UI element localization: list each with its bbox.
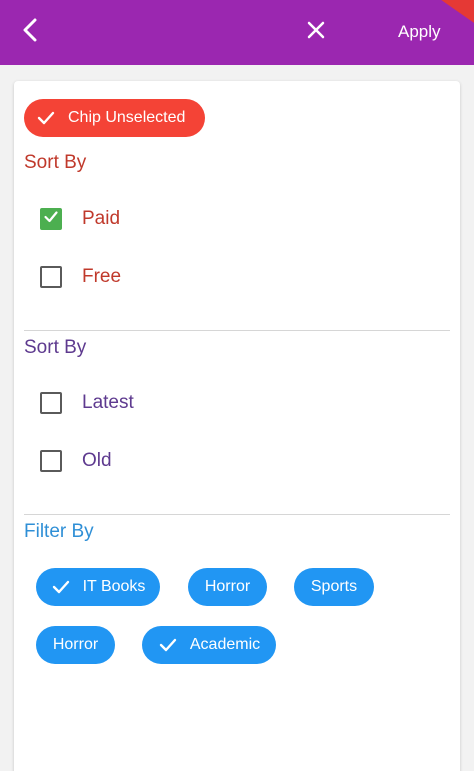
chip-unselected[interactable]: Chip Unselected bbox=[24, 99, 205, 137]
filter-chip-sports[interactable]: Sports bbox=[294, 568, 374, 606]
close-icon bbox=[306, 20, 326, 45]
chip-label: Horror bbox=[52, 636, 99, 653]
option-label: Old bbox=[82, 450, 112, 471]
sort-by-title: Sort By bbox=[24, 337, 87, 358]
back-button[interactable] bbox=[12, 14, 48, 50]
chip-label: IT Books bbox=[82, 578, 146, 595]
option-label: Free bbox=[82, 266, 122, 287]
chip-label: Chip Unselected bbox=[68, 109, 186, 126]
check-icon bbox=[158, 635, 178, 655]
checkbox-unchecked[interactable] bbox=[40, 266, 62, 288]
chip-label: Academic bbox=[189, 636, 261, 653]
chevron-left-icon bbox=[20, 18, 40, 47]
chip-label: Horror bbox=[204, 578, 251, 595]
section-divider bbox=[24, 514, 450, 515]
option-free[interactable]: Free bbox=[40, 260, 121, 294]
option-label: Latest bbox=[82, 392, 134, 413]
check-icon bbox=[43, 209, 59, 230]
filter-chip-it-books[interactable]: IT Books bbox=[36, 568, 160, 606]
checkbox-checked[interactable] bbox=[40, 208, 62, 230]
check-icon bbox=[51, 577, 71, 597]
option-latest[interactable]: Latest bbox=[40, 386, 134, 420]
checkbox-unchecked[interactable] bbox=[40, 392, 62, 414]
close-button[interactable] bbox=[298, 14, 334, 50]
chip-label: Sports bbox=[310, 578, 358, 595]
sort-by-title: Sort By bbox=[24, 152, 87, 173]
filter-chip-horror[interactable]: Horror bbox=[36, 626, 115, 664]
filter-chip-horror[interactable]: Horror bbox=[188, 568, 267, 606]
app-bar: Apply bbox=[0, 0, 474, 65]
checkbox-unchecked[interactable] bbox=[40, 450, 62, 472]
filter-card: Chip Unselected Sort By Paid Free Sort B… bbox=[14, 81, 460, 771]
filter-chip-academic[interactable]: Academic bbox=[142, 626, 276, 664]
apply-button[interactable]: Apply bbox=[392, 18, 447, 46]
check-icon bbox=[36, 108, 56, 128]
option-old[interactable]: Old bbox=[40, 444, 112, 478]
filter-by-title: Filter By bbox=[24, 521, 94, 542]
section-divider bbox=[24, 330, 450, 331]
option-label: Paid bbox=[82, 208, 121, 229]
option-paid[interactable]: Paid bbox=[40, 202, 120, 236]
